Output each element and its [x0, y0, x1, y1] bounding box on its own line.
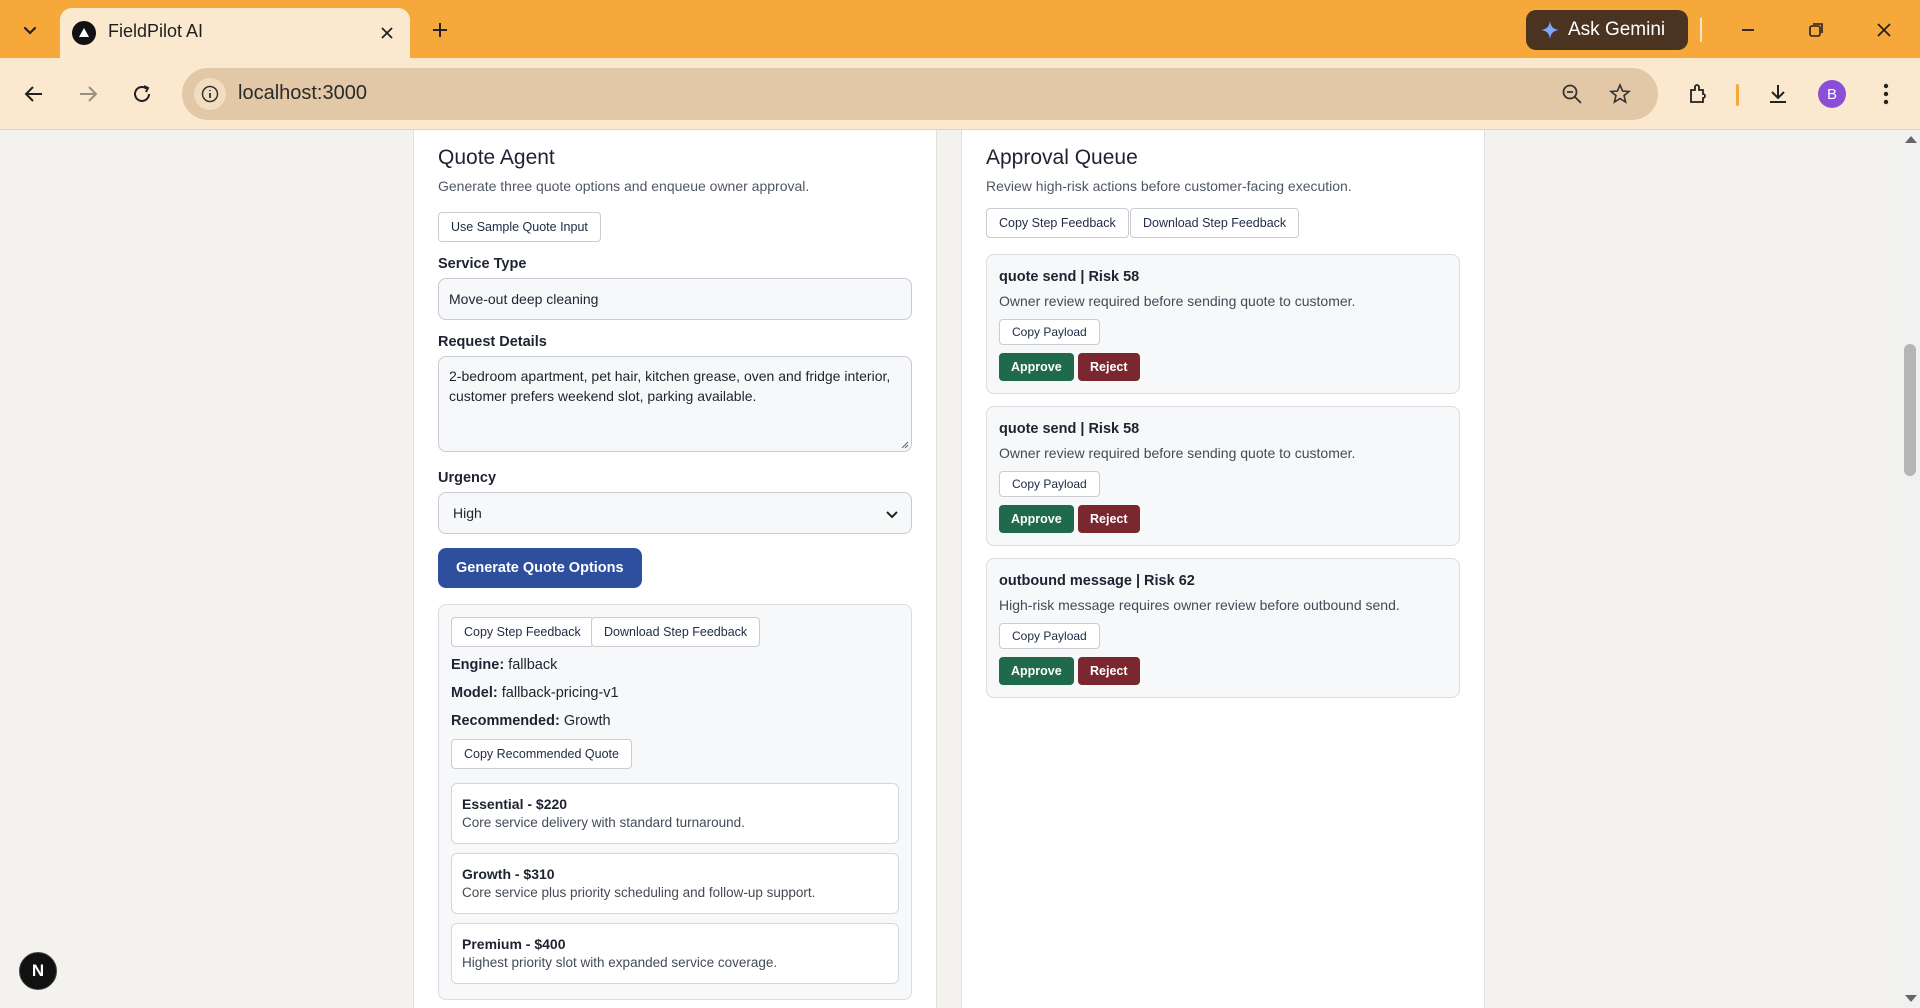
- approval-item: outbound message | Risk 62 High-risk mes…: [986, 558, 1460, 698]
- quote-option-title: Premium - $400: [462, 936, 566, 952]
- quote-agent-panel: Quote Agent Generate three quote options…: [413, 130, 937, 1008]
- use-sample-quote-button[interactable]: Use Sample Quote Input: [438, 212, 601, 242]
- copy-recommended-quote-button[interactable]: Copy Recommended Quote: [451, 739, 632, 769]
- scrollbar-thumb[interactable]: [1904, 344, 1916, 476]
- approval-item-desc: Owner review required before sending quo…: [999, 293, 1356, 309]
- download-icon[interactable]: [1760, 76, 1796, 112]
- site-info-icon[interactable]: [194, 78, 226, 110]
- copy-payload-button[interactable]: Copy Payload: [999, 471, 1100, 497]
- quote-agent-title: Quote Agent: [438, 146, 555, 169]
- quote-option-title: Growth - $310: [462, 866, 555, 882]
- tab-search-chevron-icon[interactable]: [14, 14, 46, 46]
- profile-avatar[interactable]: B: [1818, 80, 1846, 108]
- copy-step-feedback-button[interactable]: Copy Step Feedback: [986, 208, 1129, 238]
- toolbar-divider: [1736, 84, 1739, 106]
- engine-row: Engine: fallback: [451, 657, 557, 673]
- urgency-label: Urgency: [438, 470, 497, 486]
- toolbar-divider: [1700, 18, 1702, 42]
- minimize-icon[interactable]: [1728, 14, 1768, 46]
- quote-agent-subtitle: Generate three quote options and enqueue…: [438, 178, 810, 194]
- back-arrow-icon[interactable]: [16, 76, 52, 112]
- restore-window-icon[interactable]: [1796, 14, 1836, 46]
- copy-payload-button[interactable]: Copy Payload: [999, 623, 1100, 649]
- zoom-icon[interactable]: [1558, 80, 1586, 108]
- recommended-value: Growth: [563, 713, 611, 729]
- approval-item-desc: Owner review required before sending quo…: [999, 445, 1356, 461]
- resize-grip-icon[interactable]: [899, 439, 909, 449]
- approval-queue-title: Approval Queue: [986, 146, 1138, 169]
- browser-tab-active[interactable]: FieldPilot AI: [60, 8, 410, 58]
- tab-close-icon[interactable]: [374, 20, 400, 46]
- approval-queue-panel: Approval Queue Review high-risk actions …: [961, 130, 1485, 1008]
- service-type-input[interactable]: Move-out deep cleaning: [438, 278, 912, 320]
- model-value: fallback-pricing-v1: [501, 685, 619, 701]
- tab-title: FieldPilot AI: [108, 21, 204, 41]
- browser-toolbar: localhost:3000 B: [0, 58, 1920, 130]
- page-viewport: Quote Agent Generate three quote options…: [0, 130, 1920, 1008]
- address-url: localhost:3000: [238, 82, 367, 104]
- generate-quote-options-button[interactable]: Generate Quote Options: [438, 548, 642, 588]
- request-details-value: 2-bedroom apartment, pet hair, kitchen g…: [449, 368, 891, 404]
- quote-result-box: Copy Step Feedback Download Step Feedbac…: [438, 604, 912, 1000]
- bookmark-star-icon[interactable]: [1606, 80, 1634, 108]
- request-details-label: Request Details: [438, 334, 547, 350]
- engine-value: fallback: [508, 657, 558, 673]
- address-bar[interactable]: localhost:3000: [182, 68, 1658, 120]
- copy-step-feedback-button[interactable]: Copy Step Feedback: [451, 617, 594, 647]
- service-type-label: Service Type: [438, 256, 527, 272]
- extensions-puzzle-icon[interactable]: [1680, 76, 1716, 112]
- urgency-value: High: [453, 505, 482, 521]
- engine-label: Engine:: [451, 657, 505, 673]
- approval-item: quote send | Risk 58 Owner review requir…: [986, 254, 1460, 394]
- quote-option-desc: Core service plus priority scheduling an…: [462, 885, 816, 900]
- recommended-row: Recommended: Growth: [451, 713, 611, 729]
- model-row: Model: fallback-pricing-v1: [451, 685, 619, 701]
- chevron-down-icon: [886, 511, 898, 519]
- reject-button[interactable]: Reject: [1078, 353, 1140, 381]
- ask-gemini-label: Ask Gemini: [1568, 19, 1666, 40]
- model-label: Model:: [451, 685, 498, 701]
- ask-gemini-button[interactable]: Ask Gemini: [1526, 10, 1688, 50]
- kebab-menu-icon[interactable]: [1868, 76, 1904, 112]
- urgency-select[interactable]: High: [438, 492, 912, 534]
- quote-option-card: Growth - $310 Core service plus priority…: [451, 853, 899, 914]
- request-details-textarea[interactable]: 2-bedroom apartment, pet hair, kitchen g…: [438, 356, 912, 452]
- service-type-value: Move-out deep cleaning: [449, 291, 599, 307]
- quote-option-card: Essential - $220 Core service delivery w…: [451, 783, 899, 844]
- approve-button[interactable]: Approve: [999, 657, 1074, 685]
- approval-queue-subtitle: Review high-risk actions before customer…: [986, 178, 1352, 194]
- quote-option-desc: Core service delivery with standard turn…: [462, 815, 745, 830]
- reject-button[interactable]: Reject: [1078, 505, 1140, 533]
- approval-item-title: quote send | Risk 58: [999, 269, 1140, 285]
- quote-option-desc: Highest priority slot with expanded serv…: [462, 955, 778, 970]
- close-window-icon[interactable]: [1864, 14, 1904, 46]
- gemini-sparkle-icon: [1541, 21, 1559, 39]
- scroll-up-arrow-icon[interactable]: [1905, 136, 1917, 143]
- new-tab-plus-icon[interactable]: [424, 14, 456, 46]
- recommended-label: Recommended:: [451, 713, 560, 729]
- scroll-down-arrow-icon[interactable]: [1905, 995, 1917, 1002]
- reload-icon[interactable]: [124, 76, 160, 112]
- forward-arrow-icon[interactable]: [70, 76, 106, 112]
- download-step-feedback-button[interactable]: Download Step Feedback: [1130, 208, 1300, 238]
- approve-button[interactable]: Approve: [999, 505, 1074, 533]
- approve-button[interactable]: Approve: [999, 353, 1074, 381]
- nextjs-favicon-icon: [72, 21, 96, 45]
- quote-option-card: Premium - $400 Highest priority slot wit…: [451, 923, 899, 984]
- copy-payload-button[interactable]: Copy Payload: [999, 319, 1100, 345]
- quote-option-title: Essential - $220: [462, 796, 568, 812]
- nextjs-dev-badge[interactable]: N: [19, 952, 57, 990]
- approval-item-desc: High-risk message requires owner review …: [999, 597, 1400, 613]
- approval-item: quote send | Risk 58 Owner review requir…: [986, 406, 1460, 546]
- tab-strip: FieldPilot AI Ask Gemini: [0, 0, 1920, 58]
- download-step-feedback-button[interactable]: Download Step Feedback: [591, 617, 761, 647]
- approval-item-title: outbound message | Risk 62: [999, 573, 1195, 589]
- approval-item-title: quote send | Risk 58: [999, 421, 1140, 437]
- reject-button[interactable]: Reject: [1078, 657, 1140, 685]
- page-scrollbar[interactable]: [1900, 130, 1920, 1008]
